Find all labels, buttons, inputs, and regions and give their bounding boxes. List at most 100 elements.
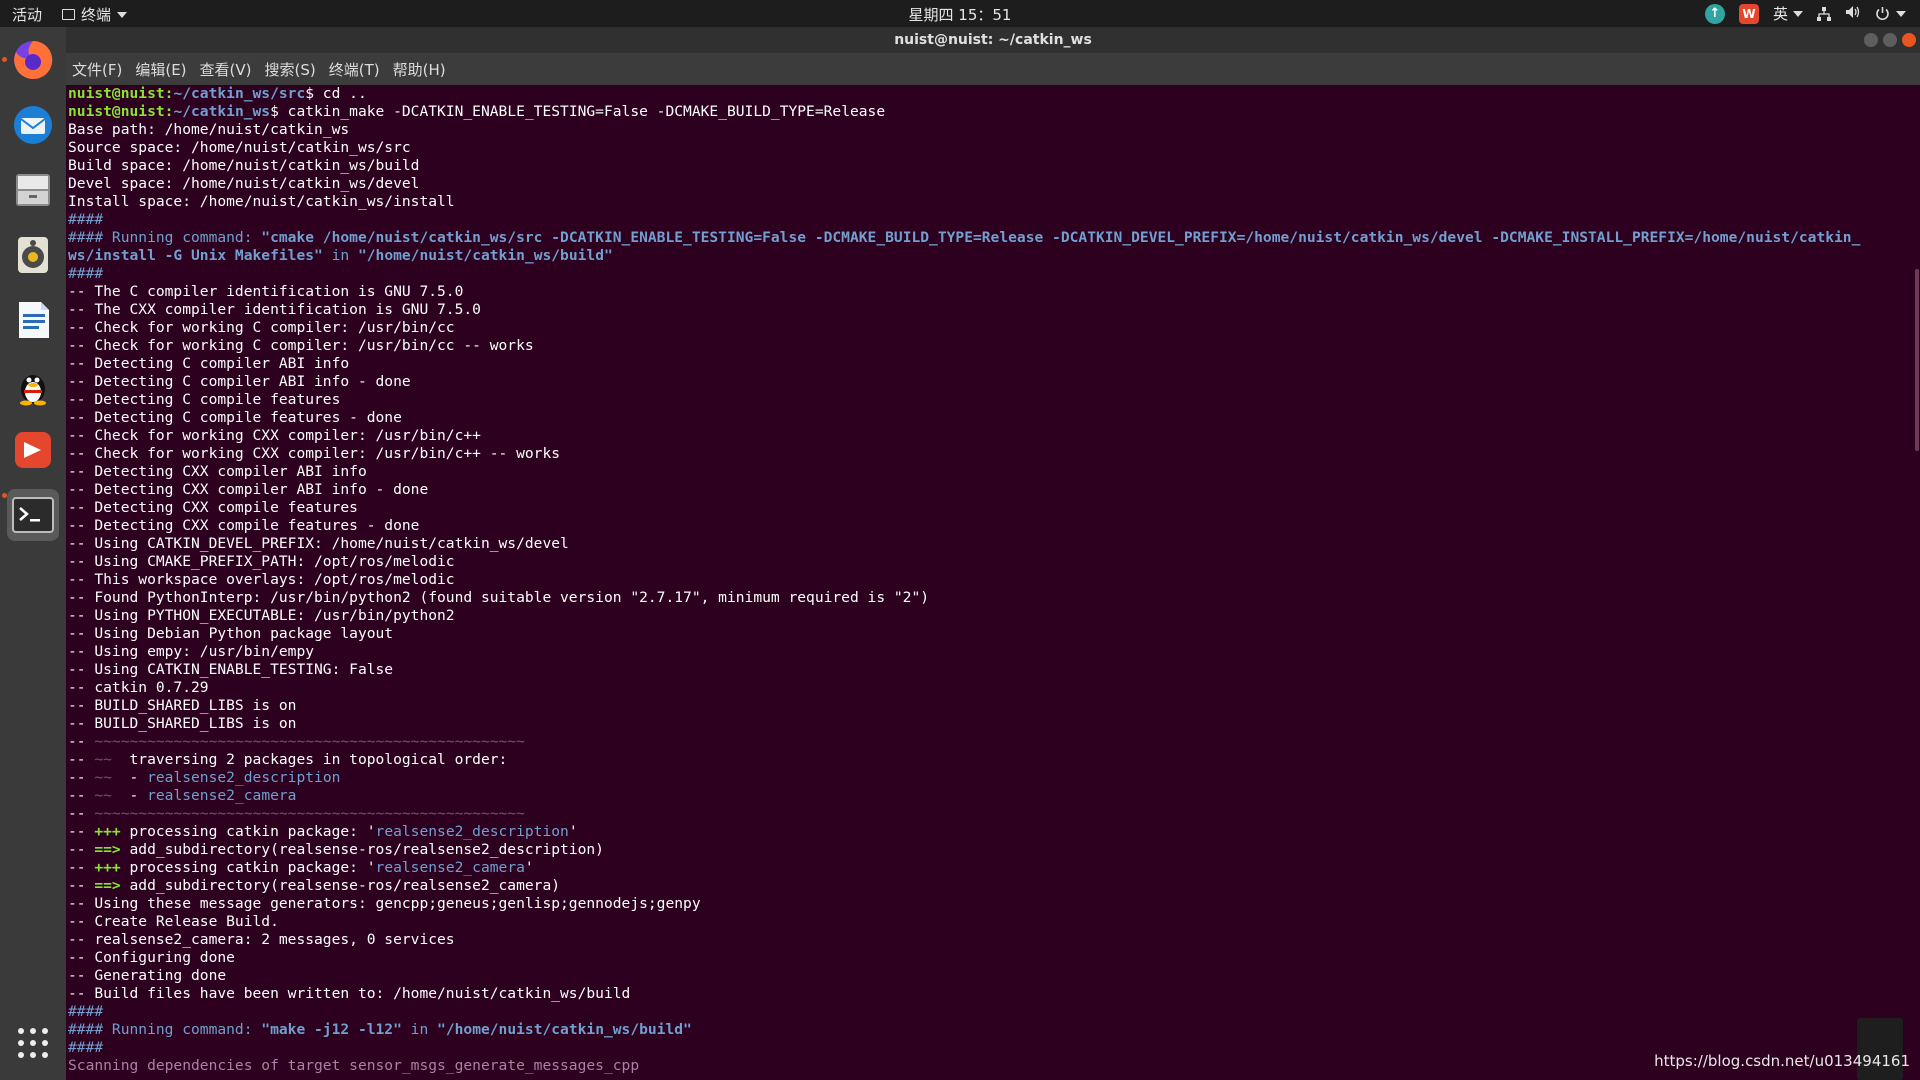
input-method-label: 英 bbox=[1772, 5, 1788, 23]
rhythmbox-icon[interactable] bbox=[7, 229, 59, 281]
volume-icon[interactable] bbox=[1845, 5, 1861, 23]
floating-widget[interactable] bbox=[1857, 1018, 1903, 1080]
system-tray: ↑ W 英 bbox=[1704, 2, 1906, 25]
terminal-line: -- ==> add_subdirectory(realsense-ros/re… bbox=[68, 877, 1916, 895]
terminal-text: -- Detecting C compile features bbox=[68, 391, 341, 408]
terminal-text: ==> bbox=[94, 877, 121, 894]
update-indicator-icon[interactable]: ↑ bbox=[1704, 3, 1725, 24]
terminal-line: -- The C compiler identification is GNU … bbox=[68, 283, 1916, 301]
terminal-text: add_subdirectory(realsense-ros/realsense… bbox=[120, 877, 561, 894]
terminal-scrollbar[interactable] bbox=[1914, 85, 1920, 1080]
terminal-text: -- BUILD_SHARED_LIBS is on bbox=[68, 697, 297, 714]
terminal-text: #### bbox=[68, 1003, 104, 1020]
libreoffice-writer-icon[interactable] bbox=[7, 294, 59, 346]
qq-icon[interactable] bbox=[7, 359, 59, 411]
terminal-text: $ cd .. bbox=[305, 85, 367, 102]
minimize-button[interactable] bbox=[1864, 33, 1878, 47]
terminal-line: #### bbox=[68, 211, 1916, 229]
terminal-text: -- Check for working CXX compiler: /usr/… bbox=[68, 427, 481, 444]
terminal-line: -- realsense2_camera: 2 messages, 0 serv… bbox=[68, 931, 1916, 949]
terminal-text: -- bbox=[68, 877, 95, 894]
wps-tray-icon[interactable]: W bbox=[1738, 3, 1759, 24]
terminal-text: Build space: /home/nuist/catkin_ws/build bbox=[68, 157, 420, 174]
app-menu[interactable]: 终端 bbox=[62, 4, 128, 25]
maximize-button[interactable] bbox=[1883, 33, 1897, 47]
terminal-line: -- ~~ - realsense2_camera bbox=[68, 787, 1916, 805]
terminal-line: -- Detecting CXX compiler ABI info - don… bbox=[68, 481, 1916, 499]
terminal-text: ~~ bbox=[94, 751, 112, 768]
terminal-text: #### bbox=[68, 211, 104, 228]
terminal-line: -- Using PYTHON_EXECUTABLE: /usr/bin/pyt… bbox=[68, 607, 1916, 625]
terminal-text: -- bbox=[68, 751, 95, 768]
menu-view[interactable]: 查看(V) bbox=[200, 59, 252, 80]
terminal-text: -- BUILD_SHARED_LIBS is on bbox=[68, 715, 297, 732]
menu-search[interactable]: 搜索(S) bbox=[265, 59, 316, 80]
terminal-text: -- Check for working C compiler: /usr/bi… bbox=[68, 319, 455, 336]
terminal-text: #### bbox=[68, 265, 104, 282]
terminal-text: -- Configuring done bbox=[68, 949, 235, 966]
terminal-line: -- Using Debian Python package layout bbox=[68, 625, 1916, 643]
terminal-text: -- bbox=[68, 769, 95, 786]
terminal-text: ==> bbox=[94, 841, 121, 858]
terminal-line: -- Build files have been written to: /ho… bbox=[68, 985, 1916, 1003]
terminal-text: Scanning dependencies of target sensor_m… bbox=[68, 1057, 640, 1074]
terminal-line: Base path: /home/nuist/catkin_ws bbox=[68, 121, 1916, 139]
terminal-line: -- Detecting CXX compile features bbox=[68, 499, 1916, 517]
terminal-text: -- realsense2_camera: 2 messages, 0 serv… bbox=[68, 931, 455, 948]
menu-file[interactable]: 文件(F) bbox=[72, 59, 122, 80]
terminal-text: ~/catkin_ws bbox=[173, 103, 271, 120]
terminal-line: -- Detecting CXX compiler ABI info bbox=[68, 463, 1916, 481]
terminal-text: -- Detecting CXX compile features - done bbox=[68, 517, 420, 534]
terminal-text: - bbox=[111, 769, 148, 786]
terminal-line: -- Using CATKIN_ENABLE_TESTING: False bbox=[68, 661, 1916, 679]
terminal-text: -- Using CATKIN_DEVEL_PREFIX: /home/nuis… bbox=[68, 535, 569, 552]
terminal-text: traversing 2 packages in topological ord… bbox=[111, 751, 508, 768]
thunderbird-icon[interactable] bbox=[7, 99, 59, 151]
terminal-line: Scanning dependencies of target sensor_m… bbox=[68, 1057, 1916, 1075]
window-titlebar[interactable]: nuist@nuist: ~/catkin_ws bbox=[66, 27, 1920, 53]
terminal-icon[interactable] bbox=[7, 489, 59, 541]
terminal-line: -- ==> add_subdirectory(realsense-ros/re… bbox=[68, 841, 1916, 859]
terminal-text: realsense2_description bbox=[147, 769, 341, 786]
terminal-line: -- BUILD_SHARED_LIBS is on bbox=[68, 697, 1916, 715]
network-icon[interactable] bbox=[1817, 6, 1831, 21]
terminal-line: -- +++ processing catkin package: 'reals… bbox=[68, 823, 1916, 841]
wps-icon[interactable] bbox=[7, 424, 59, 476]
terminal-text: -- Using CMAKE_PREFIX_PATH: /opt/ros/mel… bbox=[68, 553, 455, 570]
menu-edit[interactable]: 编辑(E) bbox=[135, 59, 186, 80]
chevron-down-icon bbox=[117, 11, 128, 18]
terminal-text: -- Create Release Build. bbox=[68, 913, 279, 930]
terminal-text: -- The CXX compiler identification is GN… bbox=[68, 301, 481, 318]
terminal-text: -- bbox=[68, 823, 95, 840]
terminal-text: realsense2_description bbox=[375, 823, 569, 840]
terminal-line: -- Detecting C compiler ABI info bbox=[68, 355, 1916, 373]
show-applications-icon[interactable] bbox=[7, 1017, 59, 1069]
terminal-text: -- bbox=[68, 787, 95, 804]
terminal-output[interactable]: nuist@nuist:~/catkin_ws/src$ cd .. nuist@… bbox=[66, 85, 1916, 1080]
power-menu[interactable] bbox=[1875, 6, 1906, 21]
scrollbar-thumb[interactable] bbox=[1915, 269, 1919, 451]
menu-terminal[interactable]: 终端(T) bbox=[329, 59, 380, 80]
terminal-line: -- Using these message generators: gencp… bbox=[68, 895, 1916, 913]
input-method-indicator[interactable]: 英 bbox=[1773, 3, 1803, 24]
files-icon[interactable] bbox=[7, 164, 59, 216]
terminal-text: $ catkin_make -DCATKIN_ENABLE_TESTING=Fa… bbox=[270, 103, 886, 120]
menu-help[interactable]: 帮助(H) bbox=[393, 59, 446, 80]
activities-button[interactable]: 活动 bbox=[12, 4, 42, 25]
terminal-text: "cmake /home/nuist/catkin_ws/src -DCATKI… bbox=[261, 229, 1861, 246]
window-title: nuist@nuist: ~/catkin_ws bbox=[894, 32, 1092, 48]
terminal-text: -- The C compiler identification is GNU … bbox=[68, 283, 464, 300]
terminal-text: +++ bbox=[94, 823, 121, 840]
close-button[interactable] bbox=[1902, 33, 1916, 47]
terminal-line: -- Check for working CXX compiler: /usr/… bbox=[68, 445, 1916, 463]
watermark-url: https://blog.csdn.net/u013494161 bbox=[1654, 1052, 1910, 1070]
terminal-text: -- Found PythonInterp: /usr/bin/python2 … bbox=[68, 589, 930, 606]
firefox-icon[interactable] bbox=[7, 34, 59, 86]
terminal-text: "make -j12 -l12" bbox=[261, 1021, 402, 1038]
terminal-text: -- Using Debian Python package layout bbox=[68, 625, 394, 642]
clock[interactable]: 星期四 15：51 bbox=[909, 6, 1012, 24]
terminal-line: -- ~~~~~~~~~~~~~~~~~~~~~~~~~~~~~~~~~~~~~… bbox=[68, 805, 1916, 823]
terminal-line: -- Detecting CXX compile features - done bbox=[68, 517, 1916, 535]
terminal-text: -- Check for working C compiler: /usr/bi… bbox=[68, 337, 534, 354]
terminal-line: -- BUILD_SHARED_LIBS is on bbox=[68, 715, 1916, 733]
